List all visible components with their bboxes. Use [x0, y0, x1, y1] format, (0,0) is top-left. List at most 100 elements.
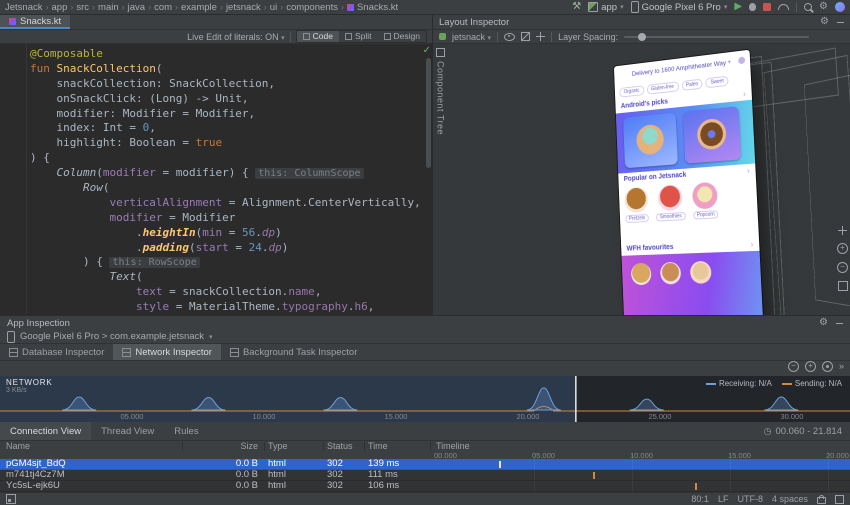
status-item[interactable]: UTF-8 — [737, 494, 763, 504]
inspector-tab-icon — [229, 347, 239, 357]
breadcrumb-item[interactable]: Snacks.kt — [357, 2, 398, 13]
scrollbar-thumb[interactable] — [426, 58, 431, 168]
mode-design-button[interactable]: Design — [377, 31, 426, 42]
component-tree-tab[interactable]: Component Tree — [434, 48, 447, 135]
tab-thread-view[interactable]: Thread View — [91, 422, 164, 440]
column-type[interactable]: Type — [268, 441, 288, 452]
breadcrumb-item[interactable]: src — [76, 2, 89, 13]
code-token: 56 — [241, 225, 256, 239]
device-select[interactable]: Google Pixel 6 Pro ▾ — [630, 1, 727, 13]
hide-panel-icon[interactable] — [836, 322, 843, 324]
device-screen[interactable]: Delivery to 1600 Amphitheater Way ▾ Orga… — [613, 49, 766, 315]
avatar[interactable] — [835, 2, 845, 12]
view-options-icon[interactable] — [504, 32, 516, 41]
indicator-icon[interactable] — [835, 494, 844, 504]
code-token: = MaterialTheme. — [169, 300, 282, 314]
chevron-down-icon: ▾ — [727, 59, 731, 66]
snack-item[interactable]: Pretzels — [624, 186, 650, 241]
3d-mode-icon[interactable] — [521, 32, 531, 41]
zoom-in-icon[interactable]: + — [804, 361, 816, 372]
zoom-fit-icon[interactable] — [837, 281, 848, 291]
snack-item[interactable]: Popcorn — [691, 181, 720, 238]
status-item[interactable]: 80:1 — [691, 494, 709, 504]
snack-image — [657, 183, 683, 212]
column-time[interactable]: Time — [368, 441, 388, 452]
mode-code-button[interactable]: Code — [296, 31, 339, 42]
filter-chip[interactable]: Gluten-free — [646, 81, 679, 95]
inspector-tab-label: Database Inspector — [22, 346, 105, 358]
run-button[interactable]: ▶ — [734, 2, 742, 12]
code-token: = modifier) { — [155, 166, 256, 180]
hide-panel-icon[interactable] — [837, 21, 844, 23]
zoom-out-icon[interactable]: − — [837, 262, 848, 273]
table-row[interactable]: m741tj4Cz7M 0.0 B html 302 111 ms — [0, 470, 850, 481]
pan-mode-icon[interactable] — [838, 226, 847, 235]
tab-network-inspector[interactable]: Network Inspector — [113, 344, 221, 360]
status-item[interactable]: 4 spaces — [772, 494, 808, 504]
breadcrumb-item[interactable]: components — [286, 2, 338, 13]
tool-window-switcher-icon[interactable] — [6, 494, 16, 504]
breadcrumb-separator: › — [263, 2, 267, 12]
inspection-status-icon[interactable]: ✓ — [423, 45, 431, 56]
column-size[interactable]: Size — [210, 441, 258, 452]
search-icon[interactable] — [804, 3, 813, 11]
breadcrumb-item[interactable]: app — [52, 2, 68, 13]
snack-card[interactable] — [623, 112, 678, 169]
settings-icon[interactable]: ⚙ — [819, 2, 828, 12]
snack-image — [624, 186, 649, 214]
network-timeline[interactable]: 05.000 10.000 15.000 20.000 25.000 30.000 NET… — [0, 376, 850, 422]
build-icon[interactable]: ⚒ — [572, 2, 581, 12]
breadcrumb-item[interactable]: example — [181, 2, 217, 13]
expand-icon[interactable]: » — [839, 362, 844, 371]
snack-item[interactable]: Smoothies — [655, 183, 687, 240]
filter-chip[interactable]: Organic — [619, 85, 645, 98]
table-row[interactable]: Yc5sL-ejk6U 0.0 B html 302 106 ms — [0, 481, 850, 492]
zoom-out-icon[interactable]: − — [787, 361, 799, 372]
breadcrumb-item[interactable]: main — [98, 2, 119, 13]
slider-thumb[interactable] — [638, 32, 647, 41]
live-edit-toggle[interactable]: Live Edit of literals: ON ▾ — [187, 32, 285, 42]
inspection-process-select[interactable]: Google Pixel 6 Pro > com.example.jetsnac… — [0, 330, 850, 344]
gear-icon[interactable]: ⚙ — [819, 318, 828, 328]
table-row[interactable]: pGM4sjt_BdQ 0.0 B html 302 139 ms — [0, 459, 850, 470]
debug-icon[interactable] — [749, 3, 757, 11]
breadcrumb-item[interactable]: com — [154, 2, 172, 13]
mode-split-button[interactable]: Split — [338, 31, 378, 42]
zoom-in-icon[interactable]: + — [837, 243, 848, 254]
pan-icon[interactable] — [536, 32, 546, 41]
inspection-process-label: Google Pixel 6 Pro > com.example.jetsnac… — [20, 331, 205, 342]
filter-chip[interactable]: Paleo — [681, 78, 704, 91]
lock-icon[interactable] — [817, 495, 826, 504]
layout-inspector-3d-scene[interactable]: Delivery to 1600 Amphitheater Way ▾ Orga… — [493, 44, 850, 315]
tab-rules[interactable]: Rules — [164, 422, 208, 440]
breadcrumb-item[interactable]: Jetsnack — [5, 2, 43, 13]
breadcrumb-item[interactable]: jetsnack — [226, 2, 261, 13]
run-config-select[interactable]: app ▾ — [588, 2, 624, 13]
column-status[interactable]: Status — [327, 441, 353, 452]
snack-card[interactable] — [683, 106, 742, 164]
gear-icon[interactable]: ⚙ — [820, 17, 829, 27]
filter-chip[interactable]: Sweet — [705, 75, 729, 89]
stop-button[interactable] — [763, 3, 772, 11]
editor-mode-switch: Code Split Design — [295, 30, 427, 43]
layout-inspector-view[interactable]: Component Tree Delivery to 1600 Amphithe… — [432, 44, 850, 315]
breadcrumb-item[interactable]: ui — [270, 2, 277, 13]
code-editor[interactable]: @Composable fun SnackCollection( snackCol… — [0, 44, 432, 315]
column-name[interactable]: Name — [6, 441, 30, 452]
breadcrumb-item[interactable]: java — [128, 2, 145, 13]
editor-scrollbar[interactable] — [425, 44, 432, 315]
tab-database-inspector[interactable]: Database Inspector — [0, 344, 113, 360]
tab-connection-view[interactable]: Connection View — [0, 422, 92, 440]
profiler-icon[interactable] — [778, 4, 790, 10]
layer-spacing-slider[interactable] — [624, 32, 810, 41]
editor-tab-snacks[interactable]: Snacks.kt — [0, 15, 71, 29]
status-item[interactable]: LF — [718, 494, 729, 504]
zoom-reset-icon[interactable] — [821, 361, 833, 372]
tab-background-task-inspector[interactable]: Background Task Inspector — [221, 344, 366, 360]
editor-gutter — [0, 44, 27, 315]
process-select[interactable]: jetsnack ▾ — [452, 32, 491, 42]
code-area[interactable]: @Composable fun SnackCollection( snackCol… — [30, 47, 424, 315]
code-token: this: RowScope — [109, 257, 200, 269]
code-line: ) { — [30, 151, 424, 166]
